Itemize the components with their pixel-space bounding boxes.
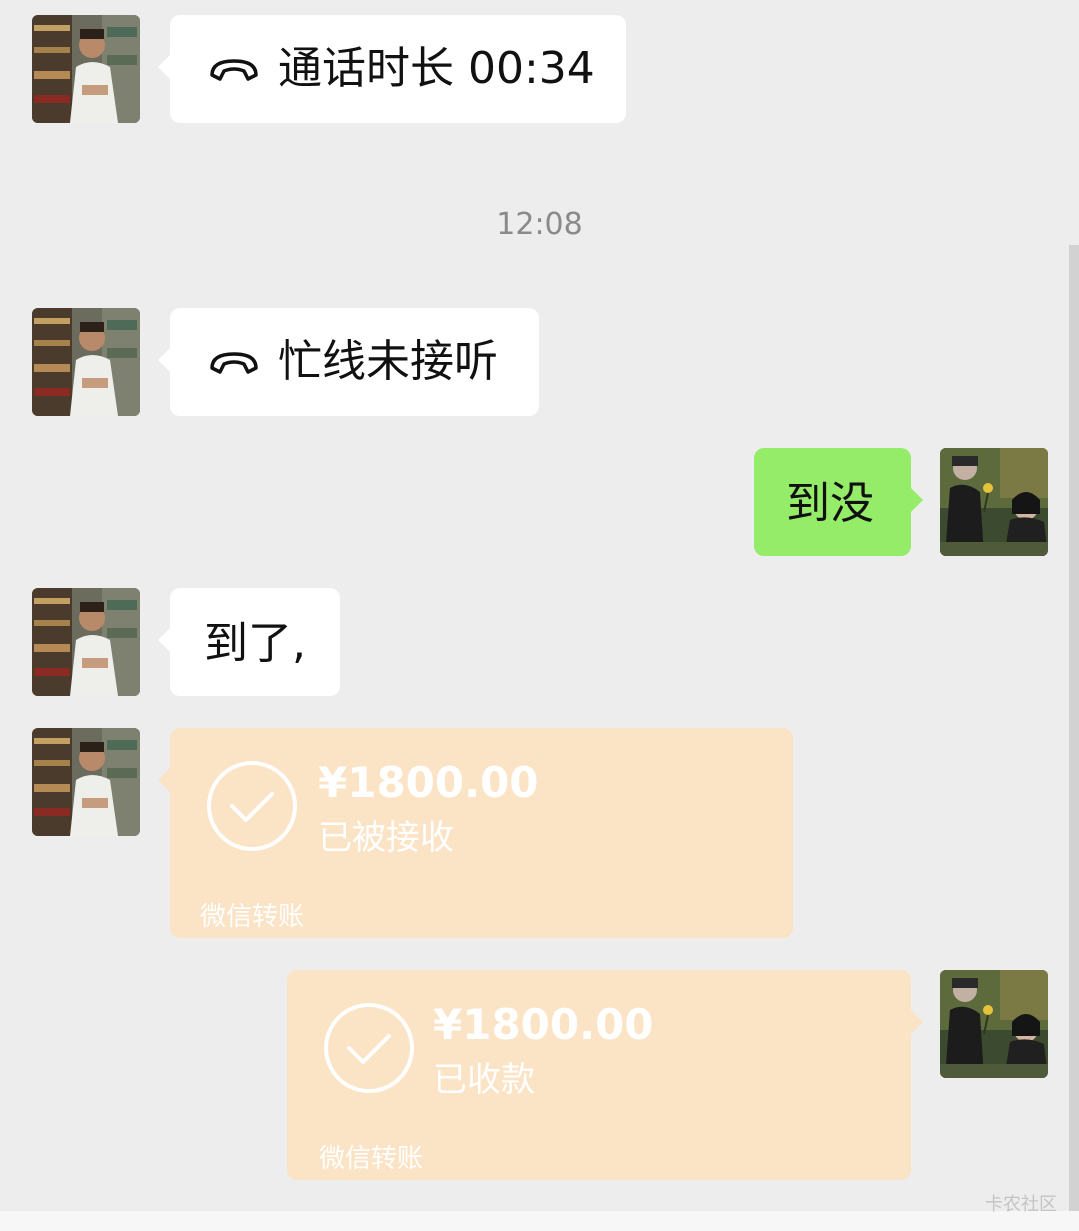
check-circle-icon xyxy=(207,761,297,851)
phone-hangup-icon xyxy=(210,59,258,81)
my-avatar[interactable] xyxy=(940,448,1048,556)
phone-hangup-icon xyxy=(210,352,258,374)
contact-avatar-image xyxy=(32,588,140,696)
received-message-bubble[interactable]: 到了, xyxy=(158,588,340,696)
my-avatar[interactable] xyxy=(940,970,1048,1078)
transfer-received-card[interactable]: ¥1800.00 已收款 微信转账 xyxy=(287,970,923,1180)
contact-avatar[interactable] xyxy=(32,308,140,416)
my-avatar-image xyxy=(940,448,1048,556)
call-duration-bubble[interactable]: 通话时长 00:34 xyxy=(158,15,626,123)
contact-avatar-image xyxy=(32,308,140,416)
scrollbar[interactable] xyxy=(1069,245,1079,1211)
transfer-amount: ¥1800.00 xyxy=(433,1000,654,1049)
missed-call-bubble[interactable]: 忙线未接听 xyxy=(158,308,539,416)
transfer-amount: ¥1800.00 xyxy=(318,758,539,807)
contact-avatar-image xyxy=(32,15,140,123)
check-circle-icon xyxy=(324,1003,414,1093)
sent-message-text: 到没 xyxy=(786,478,874,529)
transfer-accepted-card[interactable]: ¥1800.00 已被接收 微信转账 xyxy=(158,728,793,938)
transfer-label: 微信转账 xyxy=(200,902,305,932)
chat-timestamp: 12:08 xyxy=(496,207,583,242)
contact-avatar[interactable] xyxy=(32,588,140,696)
bottom-bar xyxy=(0,1211,1079,1231)
contact-avatar-image xyxy=(32,728,140,836)
transfer-status: 已收款 xyxy=(433,1060,535,1100)
transfer-status: 已被接收 xyxy=(318,818,454,858)
my-avatar-image xyxy=(940,970,1048,1078)
received-message-text: 到了, xyxy=(204,618,306,669)
missed-call-text: 忙线未接听 xyxy=(278,336,498,387)
contact-avatar[interactable] xyxy=(32,15,140,123)
contact-avatar[interactable] xyxy=(32,728,140,836)
sent-message-bubble[interactable]: 到没 xyxy=(754,448,923,556)
transfer-label: 微信转账 xyxy=(319,1144,424,1174)
watermark: 卡农社区 xyxy=(985,1194,1057,1215)
call-duration-text: 通话时长 00:34 xyxy=(278,43,595,94)
